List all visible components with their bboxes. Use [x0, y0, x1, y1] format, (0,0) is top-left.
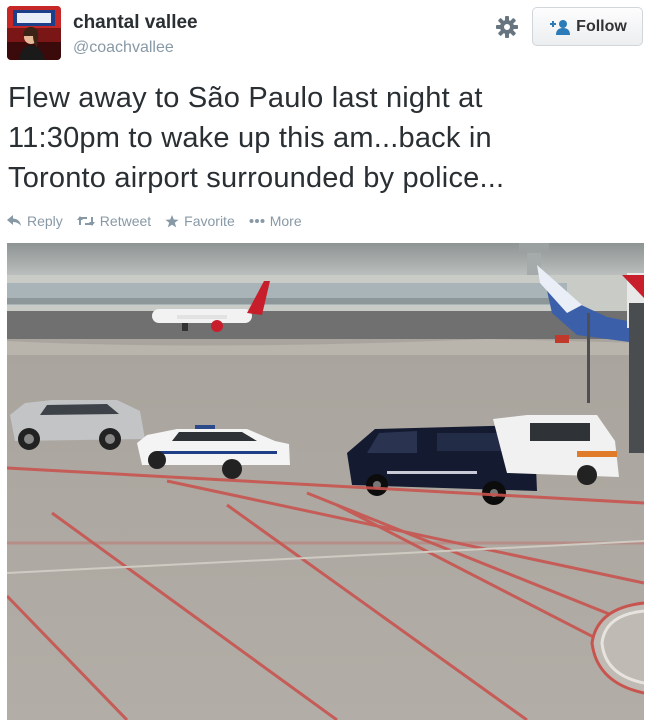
tweet-text-line: Flew away to São Paulo last night at — [8, 82, 483, 114]
avatar[interactable] — [7, 6, 61, 60]
retweet-button[interactable]: Retweet — [76, 213, 152, 229]
reply-icon — [7, 215, 22, 227]
more-label: More — [269, 213, 302, 229]
gear-icon[interactable] — [495, 15, 519, 39]
tweet-photo[interactable] — [7, 243, 644, 720]
favorite-button[interactable]: Favorite — [165, 213, 235, 229]
reply-label: Reply — [27, 213, 63, 229]
user-name[interactable]: chantal vallee — [73, 12, 198, 34]
tweet-text-line: 11:30pm to wake up this am...back in — [8, 122, 492, 154]
retweet-icon — [76, 215, 95, 227]
star-icon — [165, 214, 179, 228]
follow-button-label: Follow — [576, 17, 627, 35]
more-dots-icon — [249, 218, 265, 224]
add-user-icon — [548, 19, 571, 35]
follow-button[interactable]: Follow — [532, 7, 643, 46]
reply-button[interactable]: Reply — [7, 213, 63, 229]
more-button[interactable]: More — [249, 213, 302, 229]
tweet-text: Flew away to São Paulo last night at 11:… — [8, 78, 628, 198]
tweet-actions: Reply Retweet Favorite More — [7, 211, 316, 231]
retweet-label: Retweet — [99, 213, 152, 229]
tweet-header: chantal vallee @coachvallee Follow — [0, 0, 650, 70]
tweet-text-line: Toronto airport surrounded by police... — [8, 162, 505, 194]
favorite-label: Favorite — [184, 213, 235, 229]
user-handle[interactable]: @coachvallee — [73, 39, 174, 57]
